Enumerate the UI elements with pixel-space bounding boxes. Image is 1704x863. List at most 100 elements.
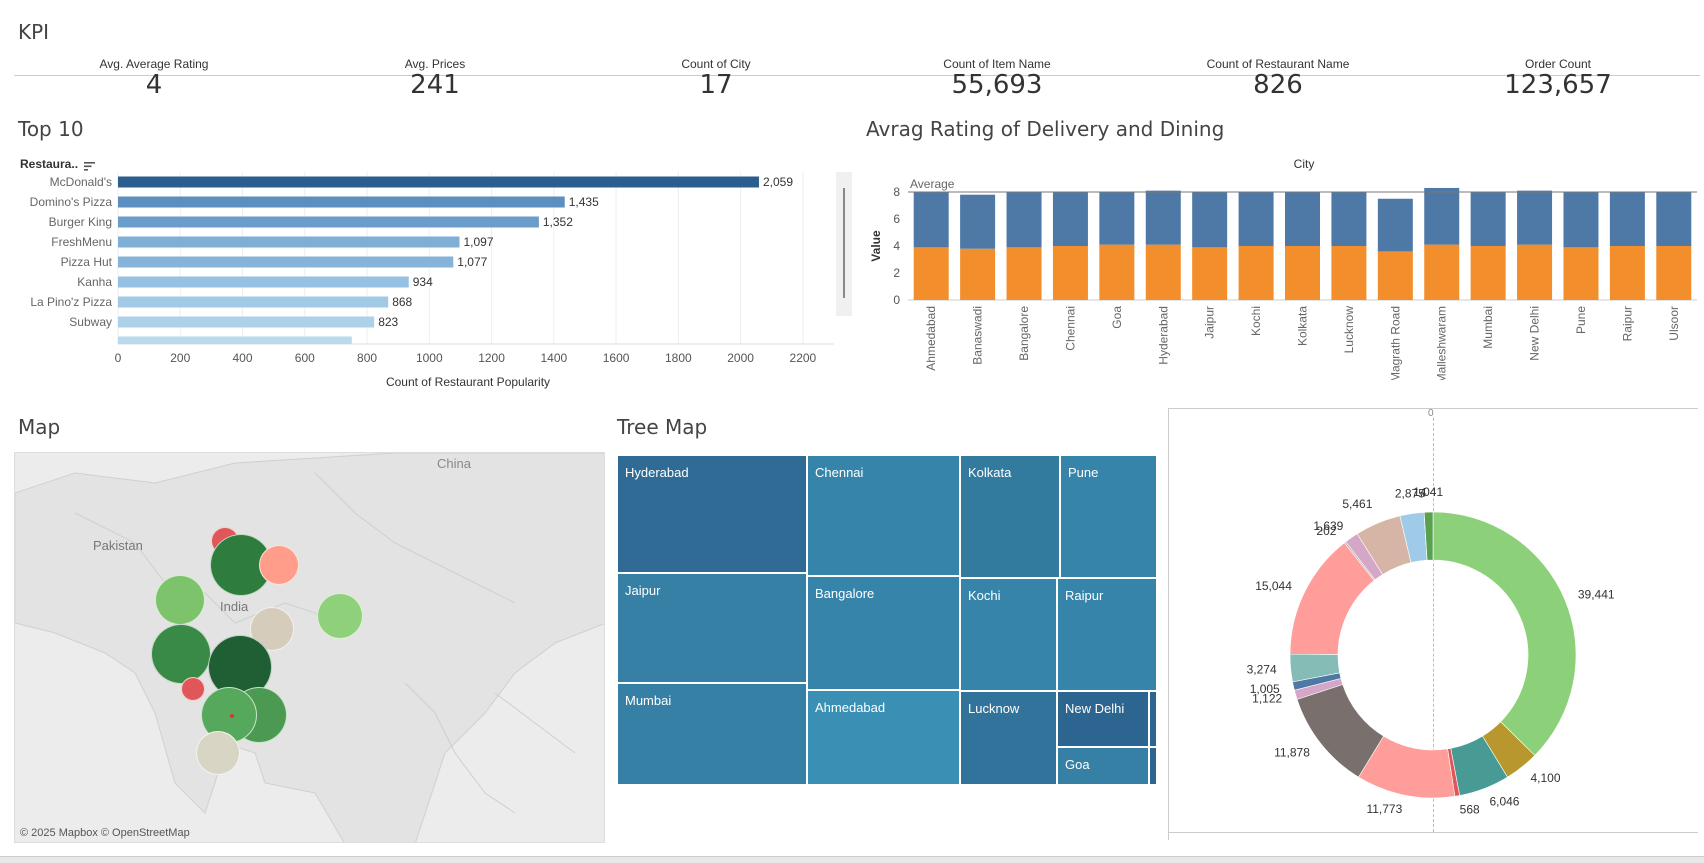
treemap-cell[interactable]: Kochi — [960, 578, 1057, 691]
donut-slice-label: 6,046 — [1489, 795, 1519, 809]
x-axis-title: City — [1294, 157, 1315, 171]
x-tick-label: 1000 — [416, 351, 443, 365]
treemap-cell-label: New Delhi — [1065, 701, 1125, 716]
map-marker[interactable] — [151, 624, 211, 684]
y-tick-label: Pizza Hut — [61, 255, 113, 269]
donut-chart: 39,4414,1006,04656811,77311,8781,1221,00… — [1247, 485, 1615, 817]
map-marker-center — [230, 714, 234, 718]
kpi-value: 4 — [145, 70, 163, 100]
donut-slice-label: 568 — [1460, 803, 1480, 817]
treemap-cell-small[interactable] — [1149, 691, 1157, 747]
stacked-bar-segment — [1145, 190, 1181, 245]
x-tick-label: 1600 — [603, 351, 630, 365]
y-tick-label: 6 — [893, 212, 900, 226]
stacked-bar-segment — [1563, 192, 1599, 248]
stacked-bar-segment — [1517, 190, 1553, 245]
treemap-cell[interactable]: Lucknow — [960, 691, 1057, 785]
treemap-cell[interactable]: Raipur — [1057, 578, 1157, 691]
treemap-cell[interactable]: Hyderabad — [617, 455, 807, 573]
stacked-bar-segment — [1099, 244, 1135, 300]
kpi-card: Count of Item Name 55,693 — [877, 57, 1117, 99]
donut-slice-label: 1,005 — [1250, 682, 1280, 696]
x-tick-label: 600 — [295, 351, 315, 365]
x-tick-label: 400 — [233, 351, 253, 365]
y-tick-label: 4 — [893, 239, 900, 253]
stacked-bar-segment — [960, 248, 996, 300]
treemap-cell[interactable]: Mumbai — [617, 683, 807, 785]
treemap-cell[interactable]: Jaipur — [617, 573, 807, 683]
stacked-bar-segment — [1656, 192, 1692, 246]
treemap-cell[interactable]: Goa — [1057, 747, 1149, 785]
sheet-tab-bar[interactable] — [0, 856, 1704, 863]
map-label-india: India — [220, 599, 249, 614]
x-tick-label: 1400 — [540, 351, 567, 365]
bar — [118, 236, 460, 248]
stacked-bar-segment — [1377, 198, 1413, 252]
kpi-card: Order Count 123,657 — [1438, 57, 1678, 99]
map-base — [15, 453, 604, 842]
stacked-bar-segment — [1238, 192, 1274, 246]
treemap-cell-label: Bangalore — [815, 586, 875, 601]
data-label: 868 — [392, 295, 412, 309]
donut-slice-label: 1,639 — [1313, 519, 1343, 533]
stacked-bar-segment — [1609, 192, 1645, 246]
treemap-cell[interactable]: Kolkata — [960, 455, 1060, 578]
treemap-title: Tree Map — [617, 415, 708, 439]
treemap-cell-label: Raipur — [1065, 588, 1104, 603]
stacked-bar-segment — [1331, 192, 1367, 246]
treemap-cell[interactable]: Pune — [1060, 455, 1157, 578]
map-label-pakistan: Pakistan — [93, 538, 143, 553]
donut-slice-label: 1,041 — [1413, 485, 1443, 499]
top10-title: Top 10 — [18, 117, 84, 141]
map-view[interactable]: China Pakistan India © 2025 Mapbox © Ope… — [14, 452, 605, 843]
map-marker[interactable] — [196, 731, 240, 775]
bar — [118, 256, 454, 268]
kpi-card: Count of Restaurant Name 826 — [1158, 57, 1398, 99]
donut-slice-label: 5,461 — [1342, 497, 1372, 511]
x-tick-label: 1200 — [478, 351, 505, 365]
top10-scrollbar[interactable] — [836, 172, 852, 316]
map-marker[interactable] — [155, 575, 205, 625]
kpi-card: Count of City 17 — [596, 57, 836, 99]
top10-scroll-thumb[interactable] — [843, 188, 845, 298]
kpi-label: Order Count — [1524, 57, 1592, 71]
stacked-bar-segment — [1470, 246, 1506, 300]
stacked-bar-segment — [1563, 247, 1599, 300]
kpi-card: Avg. Prices 241 — [315, 57, 555, 99]
stacked-bar-segment — [1192, 192, 1228, 248]
stacked-bar-segment — [1099, 192, 1135, 245]
x-tick-label: Banaswadi — [971, 306, 985, 365]
kpi-label: Count of Restaurant Name — [1206, 57, 1350, 71]
x-tick-label: New Delhi — [1528, 306, 1542, 361]
y-tick-label: Subway — [69, 315, 112, 329]
kpi-value: 17 — [699, 70, 733, 100]
y-tick-label: 8 — [893, 185, 900, 199]
y-tick-label: 2 — [893, 266, 900, 280]
map-title: Map — [18, 415, 61, 439]
treemap-cell-label: Lucknow — [968, 701, 1020, 716]
x-tick-label: Magrath Road — [1388, 306, 1402, 380]
stacked-bar-segment — [1052, 246, 1088, 300]
donut-slice — [1432, 511, 1577, 756]
treemap-cell[interactable]: Ahmedabad — [807, 690, 960, 785]
stacked-bar-segment — [1006, 192, 1042, 248]
kpi-label: Count of Item Name — [943, 57, 1051, 71]
data-label: 1,097 — [464, 235, 494, 249]
map-marker[interactable] — [317, 593, 363, 639]
treemap-cell[interactable]: New Delhi — [1057, 691, 1149, 747]
x-tick-label: Ulsoor — [1667, 306, 1681, 341]
x-tick-label: Kochi — [1249, 306, 1263, 336]
stacked-bar-segment — [1192, 247, 1228, 300]
rating-chart: City Value 0 2 4 6 8 Ahmedabad Banaswadi Bangalor… — [869, 157, 1697, 380]
kpi-label: Count of City — [681, 57, 751, 71]
treemap-cell-small[interactable] — [1149, 747, 1157, 785]
x-tick-label: 800 — [357, 351, 377, 365]
stacked-bar-segment — [1052, 192, 1088, 246]
treemap-cell[interactable]: Chennai — [807, 455, 960, 576]
treemap-chart: Hyderabad Jaipur Mumbai Chennai Bangalore Ahm… — [617, 455, 1157, 785]
map-marker[interactable] — [181, 677, 205, 701]
map-marker[interactable] — [259, 545, 299, 585]
treemap-cell[interactable]: Bangalore — [807, 576, 960, 690]
stacked-bar-segment — [913, 247, 949, 300]
data-label: 1,077 — [457, 255, 487, 269]
